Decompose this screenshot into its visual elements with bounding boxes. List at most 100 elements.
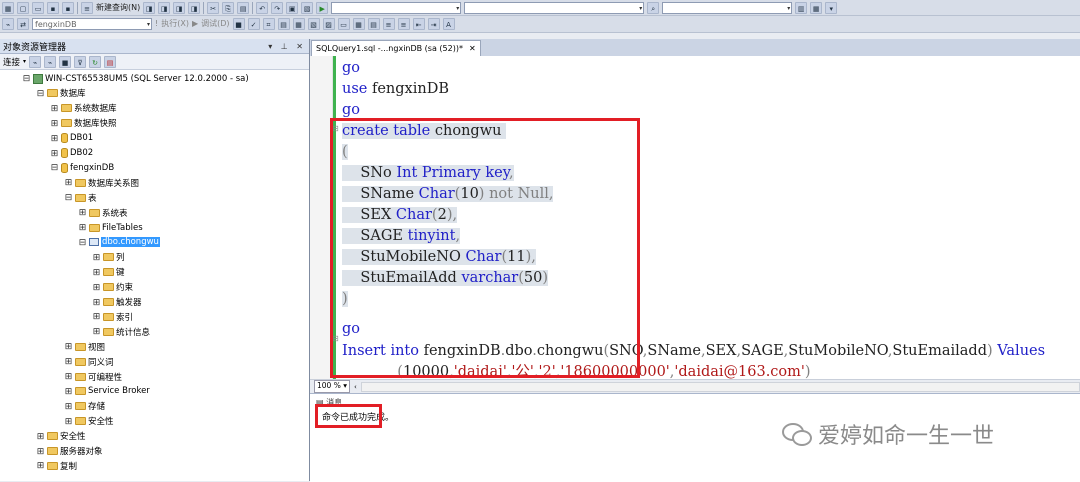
expand-icon[interactable]: ⊞ [50, 149, 59, 158]
specify-values-icon[interactable]: A [442, 18, 455, 30]
zoom-combo[interactable]: 100 % ▾ [314, 380, 350, 393]
expand-icon[interactable]: ⊞ [64, 343, 73, 352]
tree-node[interactable]: ⊞ 安全性 [64, 414, 114, 429]
tree-node[interactable]: ⊞ 可编程性 [64, 369, 122, 384]
customize-icon[interactable]: ▾ [825, 1, 838, 14]
collapse-icon[interactable]: ⊟ [78, 238, 87, 247]
open-file-icon[interactable]: ▭ [32, 1, 44, 14]
tree-node[interactable]: ⊟ 表 [64, 190, 97, 205]
save-icon[interactable]: ▪ [47, 1, 59, 14]
refresh-icon[interactable]: ↻ [89, 55, 102, 68]
tree-node[interactable]: ⊟ dbo.chongwu [78, 235, 160, 250]
connect-icon[interactable]: ⌁ [2, 18, 14, 30]
tree-node[interactable]: ⊞ 存储 [64, 399, 105, 414]
sql-editor[interactable]: go use fengxinDB go create table chongwu ( … [310, 56, 1080, 379]
new-query-icon[interactable]: ≡ [81, 1, 93, 14]
expand-icon[interactable]: ⊞ [64, 402, 73, 411]
cancel-query-icon[interactable]: ■ [232, 18, 245, 30]
tree-node[interactable]: ⊟ 数据库 [36, 86, 86, 101]
expand-icon[interactable]: ⊞ [64, 179, 73, 188]
find-combo[interactable]: ▾ [662, 1, 793, 14]
tree-node[interactable]: ⊟ WIN-CST65538UM5 (SQL Server 12.0.2000 -… [22, 71, 249, 86]
expand-icon[interactable]: ⊞ [78, 224, 87, 233]
db-engine-query-icon[interactable]: ◨ [143, 1, 156, 14]
collapse-icon[interactable]: ⊟ [64, 194, 73, 203]
execute-button[interactable]: 执行(X) [161, 17, 189, 31]
collapse-icon[interactable]: ⊟ [36, 89, 45, 98]
panel-controls[interactable]: ▾ ⊥ ✕ [268, 42, 306, 51]
mdx-query-icon[interactable]: ◨ [158, 1, 171, 14]
new-query-button[interactable]: 新建查询(N) [96, 1, 140, 15]
play-icon[interactable]: ▶ [316, 1, 329, 14]
connect-db-icon[interactable]: ⌁ [29, 55, 42, 68]
results-grid-icon[interactable]: ▦ [352, 18, 365, 30]
collapse-icon[interactable]: ⊟ [50, 164, 59, 173]
tree-node[interactable]: ⊞ DB02 [50, 146, 93, 161]
tree-node[interactable]: ⊞ 系统表 [78, 205, 128, 220]
tree-node[interactable]: ⊞ 系统数据库 [50, 101, 117, 116]
tree-node[interactable]: ⊞ Service Broker [64, 384, 150, 399]
save-all-icon[interactable]: ▪ [62, 1, 74, 14]
expand-icon[interactable]: ⊞ [64, 358, 73, 367]
platform-combo[interactable]: ▾ [464, 1, 645, 14]
tree-node[interactable]: ⊞ 数据库快照 [50, 116, 117, 131]
parse-icon[interactable]: ✓ [247, 18, 260, 30]
properties-icon[interactable]: ▥ [795, 1, 808, 14]
tree-node[interactable]: ⊞ 服务器对象 [36, 444, 103, 459]
indent-icon[interactable]: ⇥ [427, 18, 440, 30]
tree-node[interactable]: ⊟ fengxinDB [50, 160, 114, 175]
tree-node[interactable]: ⊞ DB01 [50, 131, 93, 146]
expand-icon[interactable]: ⊞ [50, 119, 59, 128]
tree-node[interactable]: ⊞ 键 [92, 265, 125, 280]
database-combo[interactable]: fengxinDB ▾ [32, 18, 152, 30]
expand-icon[interactable]: ⊞ [64, 373, 73, 382]
outdent-icon[interactable]: ⇤ [412, 18, 425, 30]
tree-node[interactable]: ⊞ 触发器 [92, 295, 142, 310]
tree-node[interactable]: ⊞ 约束 [92, 280, 133, 295]
connect-button[interactable]: 连接 [3, 56, 20, 68]
undo-icon[interactable]: ↶ [256, 1, 269, 14]
connect-dropdown-icon[interactable]: ▾ [23, 58, 26, 65]
expand-icon[interactable]: ⊞ [92, 253, 101, 262]
activity-icon[interactable]: ▧ [301, 1, 314, 14]
new-project-icon[interactable]: ▢ [17, 1, 29, 14]
dmx-query-icon[interactable]: ◨ [173, 1, 186, 14]
results-file-icon[interactable]: ▤ [367, 18, 380, 30]
collapse-icon[interactable]: ⊟ [22, 75, 31, 84]
filter-icon[interactable]: ⊽ [74, 55, 87, 68]
debug-button[interactable]: 调试(D) [201, 17, 229, 31]
intellisense-icon[interactable]: ▧ [307, 18, 320, 30]
expand-icon[interactable]: ⊞ [92, 268, 101, 277]
tree-node[interactable]: ⊞ 统计信息 [92, 324, 150, 339]
expand-icon[interactable]: ⊞ [36, 462, 45, 471]
tree-node[interactable]: ⊞ 索引 [92, 309, 133, 324]
tab-sqlquery1[interactable]: SQLQuery1.sql -...ngxinDB (sa (52))* ✕ [311, 40, 481, 56]
comment-icon[interactable]: ≡ [382, 18, 395, 30]
navigate-icon[interactable]: ▣ [286, 1, 299, 14]
results-text-icon[interactable]: ▭ [337, 18, 350, 30]
tree-node[interactable]: ⊞ 安全性 [36, 429, 86, 444]
summary-icon[interactable]: ▤ [104, 55, 117, 68]
expand-icon[interactable]: ⊞ [50, 104, 59, 113]
object-explorer-icon[interactable]: ▦ [2, 1, 14, 14]
display-plan-icon[interactable]: ⌗ [262, 18, 275, 30]
change-connection-icon[interactable]: ⇄ [17, 18, 29, 30]
disconnect-icon[interactable]: ⌁ [44, 55, 57, 68]
include-plan-icon[interactable]: ▨ [322, 18, 335, 30]
expand-icon[interactable]: ⊞ [92, 283, 101, 292]
expand-icon[interactable]: ⊞ [92, 313, 101, 322]
tree-node[interactable]: ⊞ 数据库关系图 [64, 175, 139, 190]
query-options-icon[interactable]: ▦ [292, 18, 305, 30]
find-icon[interactable]: ⌕ [647, 1, 660, 14]
expand-icon[interactable]: ⊞ [64, 387, 73, 396]
xmla-query-icon[interactable]: ◨ [188, 1, 201, 14]
expand-icon[interactable]: ⊞ [78, 209, 87, 218]
tree-node[interactable]: ⊞ 同义词 [64, 354, 114, 369]
tree-node[interactable]: ⊞ 列 [92, 250, 125, 265]
paste-icon[interactable]: ▤ [237, 1, 250, 14]
cut-icon[interactable]: ✂ [207, 1, 220, 14]
expand-icon[interactable]: ⊞ [64, 417, 73, 426]
scroll-left-icon[interactable]: ‹ [354, 383, 357, 391]
expand-icon[interactable]: ⊞ [36, 432, 45, 441]
close-icon[interactable]: ✕ [469, 41, 476, 56]
